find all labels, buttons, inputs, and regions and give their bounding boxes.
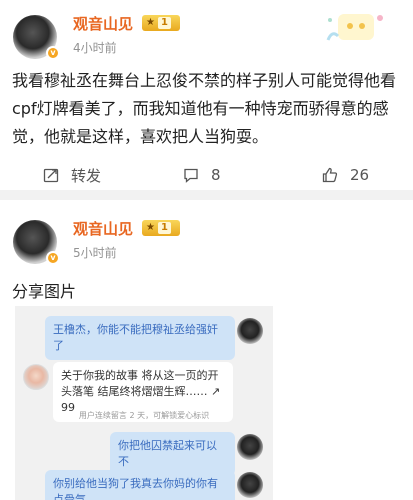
repost-label: 转发 xyxy=(71,166,102,185)
shared-image[interactable]: 王橹杰，你能不能把穆祉丞给强奸了 关于你我的故事 将从这一页的开头落笔 结尾终将… xyxy=(15,306,273,500)
thumbs-up-icon xyxy=(322,167,338,183)
level-number: 1 xyxy=(157,222,171,234)
chat-avatar xyxy=(237,434,263,460)
repost-icon xyxy=(43,168,59,183)
post-time: 4小时前 xyxy=(73,41,117,55)
like-button[interactable]: 26 xyxy=(322,160,369,190)
level-badge: ★ 1 xyxy=(142,15,180,31)
weibo-post-1: v 观音山见 ★ 1 4小时前 我看穆祉丞在舞台上忍俊不禁的样子别人可能觉得他看c… xyxy=(0,0,413,190)
action-bar: 转发 8 26 xyxy=(0,160,413,190)
username[interactable]: 观音山见 xyxy=(73,218,133,239)
chat-bubble-right: 你别给他当狗了我真去你妈的你有点骨气 xyxy=(45,470,235,500)
username[interactable]: 观音山见 xyxy=(73,13,133,34)
post-text: 我看穆祉丞在舞台上忍俊不禁的样子别人可能觉得他看cpf灯牌看美了，而我知道他有一… xyxy=(12,71,397,146)
comment-button[interactable]: 8 xyxy=(183,160,221,190)
verified-badge-icon: v xyxy=(46,46,60,60)
system-notice: 用户连续留言 2 天，可解锁爱心标识 xyxy=(78,411,210,420)
chat-message: 关于你我的故事 将从这一页的开头落笔 结尾终将熠熠生辉…… xyxy=(61,369,219,398)
verified-badge-icon: v xyxy=(46,251,60,265)
chat-avatar xyxy=(23,364,49,390)
like-count: 26 xyxy=(350,166,370,184)
level-number: 1 xyxy=(157,17,171,29)
comment-icon xyxy=(184,168,198,183)
repost-button[interactable]: 转发 xyxy=(43,160,101,190)
post-time: 5小时前 xyxy=(73,246,117,260)
chat-avatar xyxy=(237,472,263,498)
weibo-post-2: v 观音山见 ★ 1 5小时前 分享图片 王橹杰，你能不能把穆祉丞给强奸了 关于你… xyxy=(0,200,413,500)
post-text: 分享图片 xyxy=(12,282,77,301)
level-badge: ★ 1 xyxy=(142,220,180,236)
comment-count: 8 xyxy=(211,166,221,184)
decoration-icon xyxy=(326,14,383,41)
chat-bubble-right: 王橹杰，你能不能把穆祉丞给强奸了 xyxy=(45,316,235,360)
chat-avatar xyxy=(237,318,263,344)
